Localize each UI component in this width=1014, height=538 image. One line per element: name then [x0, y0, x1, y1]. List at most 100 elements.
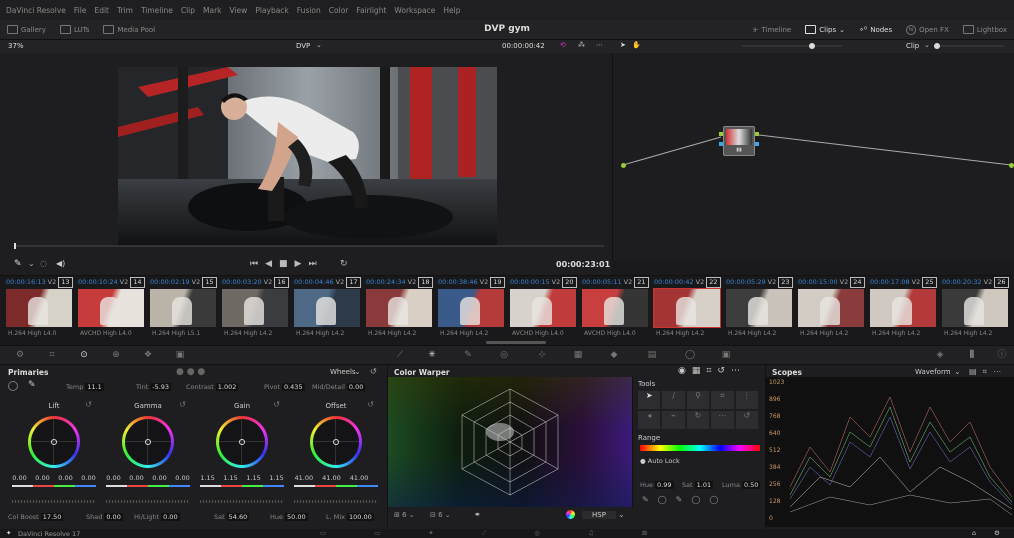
clip-thumbnail[interactable]: 00:00:05:29 V2 23 H.264 High L4.2 [724, 276, 796, 338]
contrast-field[interactable]: Contrast 1.002 [186, 383, 239, 391]
settings-gear-icon[interactable]: ⚙ [994, 529, 1000, 537]
wheel-puck[interactable] [333, 439, 339, 445]
tracker-icon[interactable]: ⊹ [536, 350, 548, 361]
tint-field[interactable]: Tint -5.93 [136, 383, 172, 391]
wheel-value[interactable]: 0.00 [35, 474, 49, 482]
wheel-puck[interactable] [239, 439, 245, 445]
menu-item[interactable]: Trim [117, 6, 133, 15]
scrubber-track[interactable] [14, 245, 604, 247]
color-wheel[interactable]: Offset ↺ 41.00 41.00 41.00 [290, 400, 382, 503]
clip-thumbnail[interactable]: 00:00:02:19 V2 15 H.264 High L5.1 [148, 276, 220, 338]
wheel-value[interactable]: 41.00 [322, 474, 341, 482]
qualifier-icon[interactable]: ✎ [462, 350, 474, 361]
clip-thumbnail[interactable]: 00:00:05:11 V2 21 AVCHD High L4.0 [580, 276, 652, 338]
wheel-ring[interactable] [310, 416, 362, 468]
hue-field[interactable]: Hue 50.00 [270, 513, 308, 521]
gallery-button[interactable]: Gallery [0, 20, 53, 40]
picker-icon[interactable]: ✎ [28, 380, 36, 390]
node-graph[interactable]: ▮▮ [612, 53, 1014, 260]
timeline-name[interactable]: DVP [296, 42, 310, 50]
wheel-value[interactable]: 0.00 [12, 474, 26, 482]
warper-mode-select[interactable]: HSP [582, 511, 616, 519]
convert-tool-icon[interactable]: ↺ [735, 411, 758, 429]
wheel-value[interactable]: 0.00 [152, 474, 166, 482]
slider-knob[interactable] [934, 43, 940, 49]
shad-field[interactable]: Shad 0.00 [86, 513, 123, 521]
clip-thumbnail[interactable]: 00:00:15:00 V2 24 H.264 High L4.2 [796, 276, 868, 338]
pen-icon[interactable]: ✎ [14, 259, 22, 269]
settings-icon[interactable]: ⓘ [996, 350, 1008, 361]
color-wheel[interactable]: Gamma ↺ 0.00 0.00 0.00 0.00 [102, 400, 194, 503]
auto-balance-icon[interactable] [8, 381, 18, 391]
menu-item[interactable]: Timeline [141, 6, 173, 15]
auto-lock-toggle[interactable]: ● Auto Lock [640, 457, 680, 465]
info-icon[interactable]: ◈ [934, 350, 946, 361]
warper-luma-field[interactable]: Luma 0.50 [722, 481, 761, 489]
clip-thumbnail[interactable]: 00:00:17:08 V2 25 H.264 High L4.2 [868, 276, 940, 338]
wheel-value[interactable]: 0.00 [81, 474, 95, 482]
warper-header-icons[interactable]: ◉▦⌗↺⋯ [678, 366, 746, 376]
clip-slider[interactable] [934, 45, 1004, 47]
hand-icon[interactable]: ✋ [632, 41, 641, 49]
wheel-master-slider[interactable] [12, 500, 96, 503]
wheel-value[interactable]: 0.00 [129, 474, 143, 482]
window-icon[interactable]: ◎ [498, 350, 510, 361]
node-input-icon[interactable] [621, 163, 626, 168]
invert-tool-icon[interactable]: ⋯ [711, 411, 734, 429]
node-output-icon[interactable] [1009, 163, 1014, 168]
menu-item[interactable]: Color [329, 6, 349, 15]
wheel-value[interactable]: 0.00 [106, 474, 120, 482]
color-warper-icon[interactable]: ✳ [426, 350, 438, 361]
warper-picker-icons[interactable]: ✎◯✎◯◯ [642, 495, 727, 504]
clip-thumbnail[interactable]: 00:00:04:46 V2 17 H.264 High L4.2 [292, 276, 364, 338]
sizing-icon[interactable]: ◯ [684, 350, 696, 361]
link-icon[interactable]: ⚭ [474, 510, 481, 519]
menu-item[interactable]: Mark [203, 6, 222, 15]
color-wheel[interactable]: Lift ↺ 0.00 0.00 0.00 0.00 [8, 400, 100, 503]
wheel-master-slider[interactable] [200, 500, 284, 503]
color-wheels-icon[interactable]: ⊙ [78, 350, 90, 361]
color-wheel[interactable]: Gain ↺ 1.15 1.15 1.15 1.15 [196, 400, 288, 503]
clip-thumbnail[interactable]: 00:00:10:24 V2 14 AVCHD High L4.0 [76, 276, 148, 338]
playback-controls[interactable]: ⏮◀■▶⏭ [250, 259, 324, 269]
lightbox-button[interactable]: Lightbox [956, 20, 1014, 40]
blur-icon[interactable]: ◆ [608, 350, 620, 361]
camera-raw-icon[interactable]: ⚙ [14, 350, 26, 361]
columns-select[interactable]: ⊞ 6 ⌄ [394, 511, 415, 519]
loop-icon[interactable]: ◌ [40, 259, 47, 268]
clip-thumbnail[interactable]: 00:00:03:20 V2 16 H.264 High L4.2 [220, 276, 292, 338]
temp-field[interactable]: Temp 11.1 [66, 383, 104, 391]
viewer-frame[interactable] [118, 67, 497, 245]
select-tool-icon[interactable]: ➤ [638, 391, 661, 409]
wheel-ring[interactable] [28, 416, 80, 468]
pointer-icon[interactable]: ➤ [620, 41, 626, 49]
zoom-level[interactable]: 37% [8, 42, 24, 50]
wheel-reset-icon[interactable]: ↺ [179, 400, 186, 409]
menu-item[interactable]: View [230, 6, 248, 15]
node-key-input-port[interactable] [719, 142, 723, 146]
slider-knob[interactable] [809, 43, 815, 49]
playhead[interactable] [14, 243, 16, 249]
warper-sat-field[interactable]: Sat 1.01 [682, 481, 714, 489]
home-icon[interactable]: ⌂ [972, 529, 976, 537]
middetail-field[interactable]: Mid/Detail 0.00 [312, 383, 366, 391]
wheel-value[interactable]: 41.00 [350, 474, 369, 482]
wheel-value[interactable]: 1.15 [223, 474, 237, 482]
wheel-reset-icon[interactable]: ↺ [85, 400, 92, 409]
wheel-master-slider[interactable] [106, 500, 190, 503]
menu-item[interactable]: File [74, 6, 87, 15]
reset-icon[interactable]: ↺ [370, 367, 377, 376]
range-bar[interactable] [640, 445, 760, 451]
timeline-button[interactable]: ⫦ Timeline [746, 20, 798, 40]
hilight-field[interactable]: Hi/Light 0.00 [134, 513, 180, 521]
wheel-ring[interactable] [122, 416, 174, 468]
clip-mode-label[interactable]: Clip [906, 42, 919, 50]
rows-select[interactable]: ⊟ 6 ⌄ [430, 511, 451, 519]
warper-grid[interactable] [388, 377, 632, 507]
menu-item[interactable]: Playback [255, 6, 288, 15]
move-tool-icon[interactable]: ◂ [638, 411, 661, 429]
page-dots[interactable]: ● ● ● [176, 367, 205, 377]
grid-icon[interactable]: ⁂ [578, 41, 585, 49]
scopes-header-icons[interactable]: ▤⌗⋯ [969, 367, 1007, 377]
motion-effects-icon[interactable]: ▣ [174, 350, 186, 361]
